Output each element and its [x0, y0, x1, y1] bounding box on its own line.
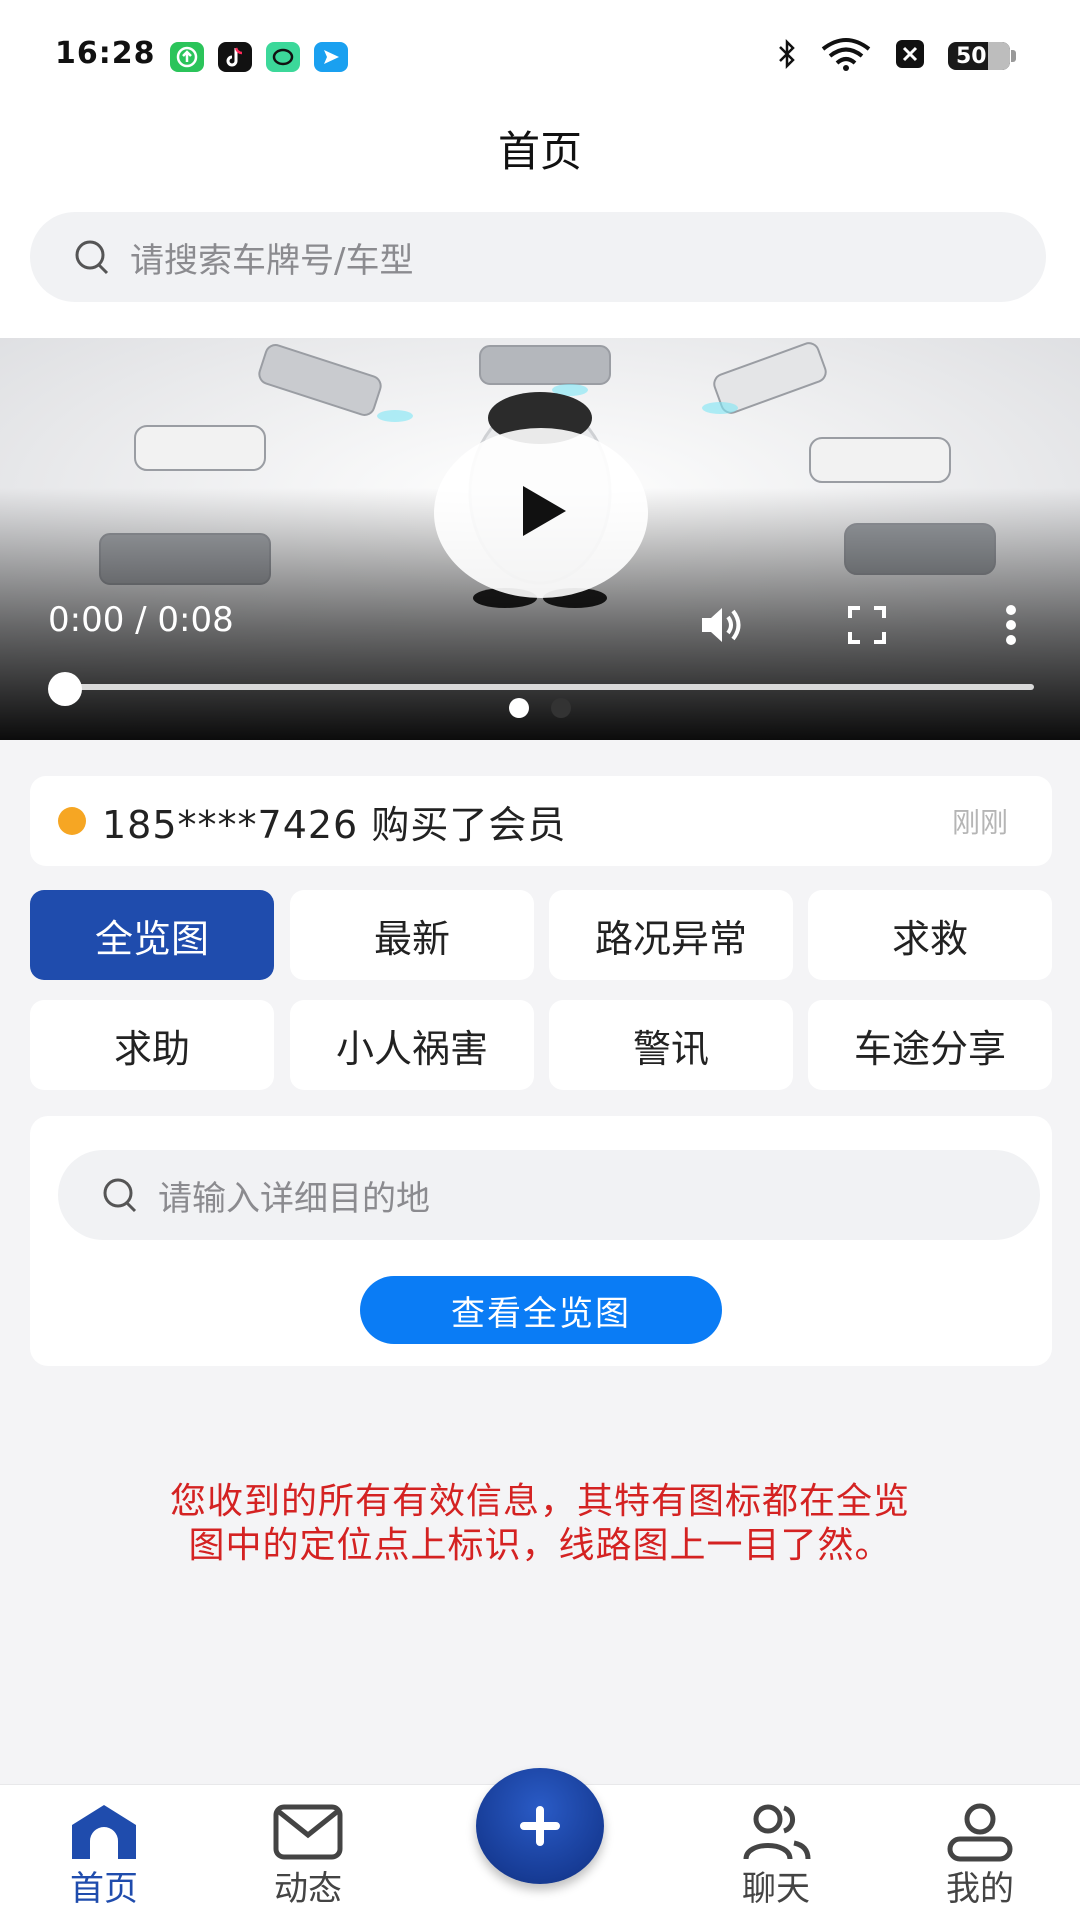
category-button[interactable]: 小人祸害	[290, 1000, 534, 1090]
search-input[interactable]: 请搜索车牌号/车型	[30, 212, 1046, 302]
destination-card: 请输入详细目的地 查看全览图	[30, 1116, 1052, 1366]
category-button[interactable]: 求助	[30, 1000, 274, 1090]
search-icon	[72, 237, 112, 277]
category-button[interactable]: 求救	[808, 890, 1052, 980]
users-icon	[743, 1804, 811, 1860]
tab-chat-label: 聊天	[742, 1869, 810, 1909]
play-button[interactable]	[434, 428, 648, 598]
volume-button[interactable]	[698, 600, 748, 650]
info-line-2: 图中的定位点上标识，线路图上一目了然。	[188, 1525, 892, 1566]
chat-app-icon	[266, 42, 300, 72]
play-icon	[511, 481, 571, 545]
mail-icon	[273, 1804, 343, 1860]
volume-icon	[702, 608, 741, 642]
notice-time: 刚刚	[951, 806, 1008, 839]
carousel-indicator	[0, 698, 1080, 718]
user-icon	[947, 1803, 1013, 1862]
tab-feed-label: 动态	[274, 1869, 342, 1909]
status-bar: 16:28 50	[0, 0, 1080, 110]
category-button[interactable]: 路况异常	[549, 890, 793, 980]
search-placeholder: 请搜索车牌号/车型	[130, 240, 414, 281]
system-icons: 50	[776, 37, 1016, 75]
video-progress-bar[interactable]	[66, 684, 1034, 690]
plane-app-icon	[314, 42, 348, 72]
home-icon	[72, 1805, 136, 1859]
page-title: 首页	[497, 127, 582, 176]
tab-home[interactable]: 首页	[34, 1785, 174, 1920]
more-options-button[interactable]	[986, 600, 1036, 650]
destination-placeholder: 请输入详细目的地	[158, 1178, 430, 1219]
category-button[interactable]: 车途分享	[808, 1000, 1052, 1090]
wifi-icon	[820, 37, 872, 75]
carousel-dot[interactable]	[509, 698, 529, 718]
battery-indicator: 50	[948, 42, 1016, 70]
notice-message: 185****7426 购买了会员	[102, 802, 567, 847]
sim-off-icon	[894, 38, 926, 74]
carousel-dot[interactable]	[551, 698, 571, 718]
tab-profile-label: 我的	[946, 1869, 1014, 1909]
fullscreen-button[interactable]	[842, 600, 892, 650]
add-post-button[interactable]	[476, 1768, 604, 1884]
bluetooth-icon	[776, 38, 798, 74]
info-text: 您收到的所有有效信息，其特有图标都在全览 图中的定位点上标识，线路图上一目了然。	[60, 1480, 1020, 1568]
search-icon	[100, 1175, 140, 1215]
plus-icon	[520, 1806, 560, 1846]
info-line-1: 您收到的所有有效信息，其特有图标都在全览	[169, 1481, 910, 1522]
video-banner[interactable]: 0:00 / 0:08	[0, 338, 1080, 740]
tab-home-label: 首页	[70, 1869, 138, 1909]
tab-feed[interactable]: 动态	[238, 1785, 378, 1920]
home-screen: 16:28 50 首页 请搜索车牌号/车型 0:00 / 0:08 185***…	[0, 0, 1080, 1920]
upload-app-icon	[170, 42, 204, 72]
fullscreen-icon	[848, 606, 886, 644]
category-button[interactable]: 警讯	[549, 1000, 793, 1090]
video-time: 0:00 / 0:08	[48, 600, 234, 640]
purchase-notice: 185****7426 购买了会员 刚刚	[30, 776, 1052, 866]
destination-input[interactable]: 请输入详细目的地	[58, 1150, 1040, 1240]
view-overview-button[interactable]: 查看全览图	[360, 1276, 722, 1344]
status-time: 16:28	[55, 36, 156, 71]
category-button[interactable]: 最新	[290, 890, 534, 980]
tiktok-icon	[218, 42, 252, 72]
category-button[interactable]: 全览图	[30, 890, 274, 980]
tab-profile[interactable]: 我的	[910, 1785, 1050, 1920]
tab-chat[interactable]: 聊天	[706, 1785, 846, 1920]
more-vertical-icon	[1006, 605, 1016, 645]
notice-dot	[58, 807, 86, 835]
